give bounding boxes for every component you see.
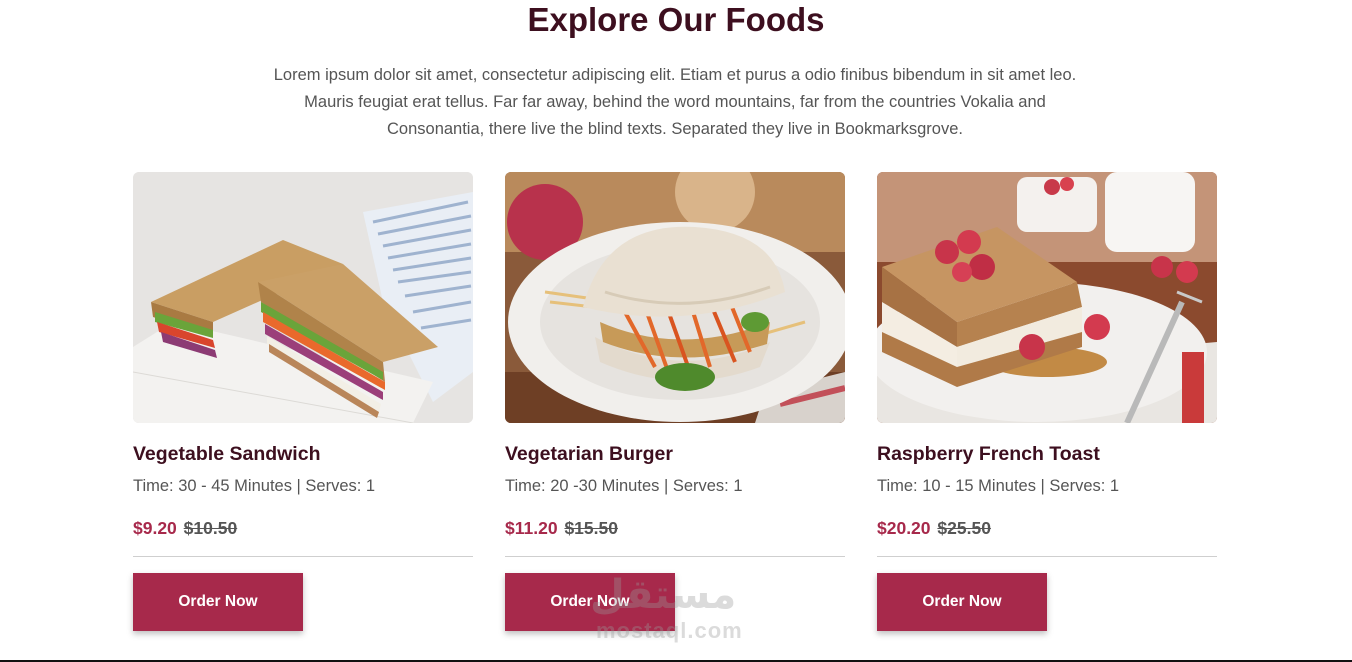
price-current: $11.20 (505, 518, 558, 538)
price-current: $20.20 (877, 518, 931, 538)
order-now-button[interactable]: Order Now (133, 573, 303, 631)
price-original: $15.50 (564, 518, 618, 538)
price-original: $25.50 (937, 518, 991, 538)
card-divider (133, 556, 473, 557)
order-now-button[interactable]: Order Now (877, 573, 1047, 631)
card-meta: Time: 20 -30 Minutes | Serves: 1 (505, 477, 743, 495)
card-divider (505, 556, 845, 557)
card-divider (877, 556, 1217, 557)
food-card: Vegetarian Burger Time: 20 -30 Minutes |… (505, 172, 845, 631)
card-meta: Time: 10 - 15 Minutes | Serves: 1 (877, 477, 1120, 495)
card-price: $11.20 $15.50 (505, 516, 845, 540)
card-price: $9.20 $10.50 (133, 516, 473, 540)
price-current: $9.20 (133, 518, 177, 538)
card-title: Vegetarian Burger (505, 443, 673, 465)
vegetarian-burger-image (505, 172, 845, 423)
raspberry-french-toast-image (877, 172, 1217, 423)
card-title: Raspberry French Toast (877, 443, 1100, 465)
food-card: Vegetable Sandwich Time: 30 - 45 Minutes… (133, 172, 473, 631)
vegetable-sandwich-image (133, 172, 473, 423)
card-meta: Time: 30 - 45 Minutes | Serves: 1 (133, 477, 376, 495)
page: Explore Our Foods Lorem ipsum dolor sit … (0, 0, 1352, 662)
section-title: Explore Our Foods (527, 1, 825, 38)
section-description: Lorem ipsum dolor sit amet, consectetur … (273, 66, 1077, 138)
order-now-button[interactable]: Order Now (505, 573, 675, 631)
price-original: $10.50 (183, 518, 238, 538)
food-card: Raspberry French Toast Time: 10 - 15 Min… (877, 172, 1217, 631)
card-title: Vegetable Sandwich (133, 443, 321, 465)
card-price: $20.20 $25.50 (877, 516, 1217, 540)
